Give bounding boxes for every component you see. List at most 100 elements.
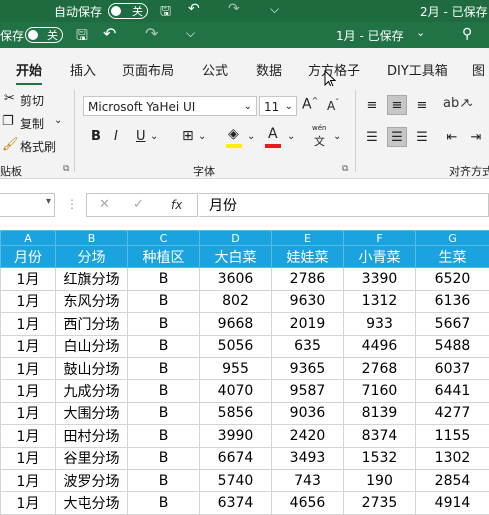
- borders-icon[interactable]: ⊞: [182, 128, 194, 144]
- table-cell[interactable]: B: [128, 492, 200, 514]
- table-cell[interactable]: 3606: [200, 268, 272, 290]
- fill-dropdown-icon[interactable]: ⌄: [247, 131, 255, 142]
- table-cell[interactable]: 2019: [272, 313, 344, 335]
- table-cell[interactable]: 1312: [344, 290, 416, 312]
- align-bottom-icon[interactable]: ≡: [412, 96, 432, 116]
- table-cell[interactable]: 3493: [272, 447, 344, 469]
- tab-diy-toolbox[interactable]: DIY工具箱: [387, 60, 448, 79]
- table-cell[interactable]: 东风分场: [56, 290, 128, 312]
- scissors-icon[interactable]: ✂: [4, 91, 15, 106]
- table-cell[interactable]: 743: [272, 469, 344, 491]
- undo-icon[interactable]: ↶: [188, 1, 200, 17]
- table-cell[interactable]: 1月: [1, 335, 56, 357]
- formula-input[interactable]: 月份: [199, 193, 489, 217]
- customize-qat-icon[interactable]: ⌵: [270, 2, 279, 17]
- increase-indent-icon[interactable]: ⇥: [466, 128, 486, 148]
- dialog-launcher-icon[interactable]: ⧉: [342, 164, 348, 174]
- bold-button[interactable]: B: [91, 129, 101, 144]
- phonetic-label[interactable]: wén: [312, 124, 326, 132]
- table-cell[interactable]: 6674: [200, 447, 272, 469]
- table-cell[interactable]: B: [128, 469, 200, 491]
- tab-page-layout[interactable]: 页面布局: [122, 60, 174, 79]
- column-letter-c[interactable]: C: [128, 231, 200, 246]
- table-cell[interactable]: 2420: [272, 425, 344, 447]
- table-cell[interactable]: 5488: [416, 335, 489, 357]
- redo-icon[interactable]: ↷: [145, 24, 158, 43]
- table-cell[interactable]: 1月: [1, 492, 56, 514]
- table-cell[interactable]: 7160: [344, 380, 416, 402]
- underline-button[interactable]: U: [136, 129, 146, 144]
- header-cell[interactable]: 生菜: [416, 246, 489, 268]
- table-cell[interactable]: 9587: [272, 380, 344, 402]
- table-cell[interactable]: 635: [272, 335, 344, 357]
- phonetic-icon[interactable]: 文: [314, 133, 325, 149]
- enter-icon[interactable]: ✓: [133, 197, 144, 212]
- italic-button[interactable]: I: [114, 129, 118, 144]
- borders-dropdown-icon[interactable]: ⌄: [198, 131, 206, 142]
- table-cell[interactable]: 6441: [416, 380, 489, 402]
- table-cell[interactable]: 2735: [344, 492, 416, 514]
- undo-icon[interactable]: ↶: [103, 24, 116, 43]
- table-cell[interactable]: 1155: [416, 425, 489, 447]
- table-cell[interactable]: 1月: [1, 268, 56, 290]
- align-right-icon[interactable]: ☰: [412, 128, 432, 148]
- copy-icon[interactable]: ❐: [2, 114, 14, 129]
- table-cell[interactable]: 933: [344, 313, 416, 335]
- table-cell[interactable]: 5856: [200, 402, 272, 424]
- tab-data[interactable]: 数据: [256, 60, 282, 79]
- table-cell[interactable]: 1月: [1, 447, 56, 469]
- cut-button[interactable]: 剪切: [20, 92, 44, 109]
- name-box-dropdown-icon[interactable]: ▾: [46, 196, 51, 207]
- decrease-indent-icon[interactable]: ⇤: [442, 128, 462, 148]
- table-cell[interactable]: 白山分场: [56, 335, 128, 357]
- header-cell[interactable]: 大白菜: [200, 246, 272, 268]
- table-cell[interactable]: 4277: [416, 402, 489, 424]
- table-cell[interactable]: 1月: [1, 357, 56, 379]
- table-cell[interactable]: 3390: [344, 268, 416, 290]
- tab-insert[interactable]: 插入: [70, 60, 96, 79]
- search-icon[interactable]: ⚲: [462, 26, 472, 42]
- chevron-down-icon[interactable]: ⌄: [244, 97, 252, 117]
- font-color-button[interactable]: A: [268, 126, 278, 142]
- table-cell[interactable]: 5056: [200, 335, 272, 357]
- table-cell[interactable]: 4496: [344, 335, 416, 357]
- table-cell[interactable]: 鼓山分场: [56, 357, 128, 379]
- header-cell[interactable]: 小青菜: [344, 246, 416, 268]
- table-cell[interactable]: 5740: [200, 469, 272, 491]
- align-top-icon[interactable]: ≡: [362, 96, 382, 116]
- phonetic-dropdown-icon[interactable]: ⌄: [333, 131, 341, 142]
- redo-icon[interactable]: ↷: [228, 1, 240, 17]
- font-size-combo[interactable]: 11 ⌄: [259, 96, 297, 116]
- table-cell[interactable]: B: [128, 425, 200, 447]
- tab-more[interactable]: 图: [472, 60, 485, 79]
- table-cell[interactable]: B: [128, 313, 200, 335]
- copy-dropdown-icon[interactable]: ⌄: [54, 115, 62, 126]
- table-cell[interactable]: 4656: [272, 492, 344, 514]
- table-cell[interactable]: 1月: [1, 469, 56, 491]
- save-icon[interactable]: 🖫: [76, 25, 88, 49]
- table-cell[interactable]: B: [128, 357, 200, 379]
- customize-qat-icon[interactable]: ⌵: [186, 26, 195, 41]
- table-cell[interactable]: 6037: [416, 357, 489, 379]
- save-icon[interactable]: 🖫: [160, 2, 171, 24]
- decrease-font-size-icon[interactable]: Aˇ: [327, 98, 339, 113]
- table-cell[interactable]: 1月: [1, 425, 56, 447]
- table-cell[interactable]: 4070: [200, 380, 272, 402]
- increase-font-size-icon[interactable]: A^: [302, 96, 318, 113]
- table-cell[interactable]: 6136: [416, 290, 489, 312]
- table-cell[interactable]: 955: [200, 357, 272, 379]
- align-center-icon[interactable]: ☰: [387, 127, 407, 147]
- underline-dropdown-icon[interactable]: ⌄: [150, 131, 158, 142]
- table-cell[interactable]: 1302: [416, 447, 489, 469]
- format-painter-button[interactable]: 格式刷: [20, 138, 56, 155]
- table-cell[interactable]: 802: [200, 290, 272, 312]
- align-left-icon[interactable]: ☰: [362, 128, 382, 148]
- align-middle-icon[interactable]: ≡: [387, 95, 407, 115]
- table-cell[interactable]: 红旗分场: [56, 268, 128, 290]
- table-cell[interactable]: B: [128, 402, 200, 424]
- table-cell[interactable]: 谷里分场: [56, 447, 128, 469]
- header-cell[interactable]: 种植区: [128, 246, 200, 268]
- cancel-icon[interactable]: ✕: [99, 197, 110, 212]
- column-letter-b[interactable]: B: [56, 231, 128, 246]
- table-cell[interactable]: 9365: [272, 357, 344, 379]
